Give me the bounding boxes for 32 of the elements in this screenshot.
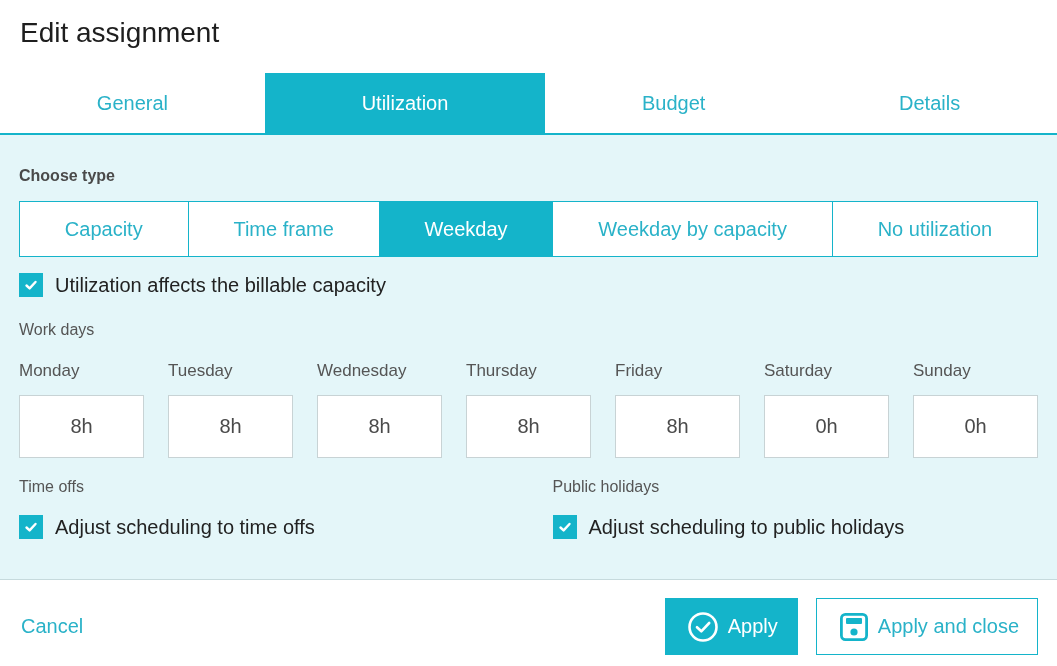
hours-field[interactable]: 8h xyxy=(19,395,144,458)
day-label: Friday xyxy=(615,361,663,381)
checkbox-label: Adjust scheduling to public holidays xyxy=(588,515,905,539)
section-label: Work days xyxy=(19,320,95,340)
hours-field[interactable]: 0h xyxy=(913,395,1038,458)
cancel-link[interactable]: Cancel xyxy=(21,615,84,638)
day-label: Tuesday xyxy=(168,361,233,381)
day-label: Wednesday xyxy=(317,361,407,381)
section-label: Choose type xyxy=(19,166,115,186)
hours-field[interactable]: 8h xyxy=(317,395,442,458)
hours-field[interactable]: 8h xyxy=(168,395,293,458)
save-icon xyxy=(839,612,868,641)
checkbox[interactable] xyxy=(552,515,577,539)
apply-and-close-button[interactable]: Apply and close xyxy=(815,598,1038,655)
checkbox-label: Adjust scheduling to time offs xyxy=(55,515,315,539)
section-label: Time offs xyxy=(19,477,84,497)
tab[interactable]: Utilization xyxy=(264,73,546,133)
day-label: Monday xyxy=(19,361,80,381)
day-label: Saturday xyxy=(764,361,833,381)
day-label: Sunday xyxy=(913,361,971,381)
hours-field[interactable]: 8h xyxy=(615,395,740,458)
checkbox[interactable] xyxy=(19,515,43,539)
check-circle-icon xyxy=(687,611,718,642)
apply-button[interactable]: Apply xyxy=(664,598,798,655)
hours-field[interactable]: 8h xyxy=(466,395,591,458)
section-label: Public holidays xyxy=(552,477,660,497)
type-segment[interactable]: Weekday xyxy=(378,202,553,256)
checkbox-label: Utilization affects the billable capacity xyxy=(55,273,386,297)
dialog-title: Edit assignment xyxy=(20,16,220,50)
checkbox[interactable] xyxy=(19,273,43,297)
hours-field[interactable]: 0h xyxy=(764,395,889,458)
day-label: Thursday xyxy=(466,361,537,381)
